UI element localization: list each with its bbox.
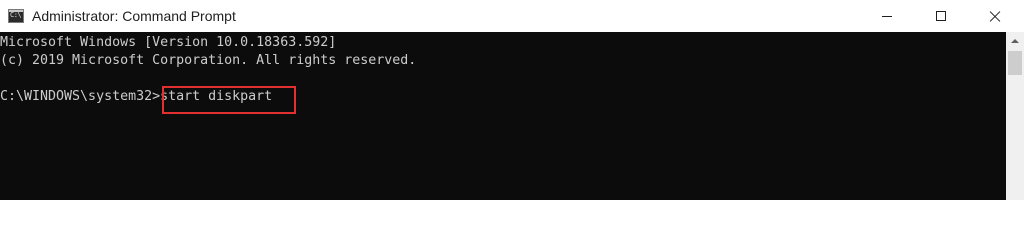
window-title: Administrator: Command Prompt bbox=[32, 8, 236, 24]
vertical-scrollbar[interactable] bbox=[1006, 32, 1024, 200]
close-button[interactable] bbox=[972, 0, 1018, 32]
console-output[interactable]: Microsoft Windows [Version 10.0.18363.59… bbox=[0, 32, 1006, 200]
title-bar[interactable]: C:\ Administrator: Command Prompt bbox=[0, 0, 1024, 32]
scroll-up-arrow-icon bbox=[1011, 38, 1019, 43]
close-icon bbox=[989, 10, 1001, 22]
scroll-thumb[interactable] bbox=[1008, 51, 1022, 75]
console-prompt: C:\WINDOWS\system32> bbox=[0, 89, 161, 104]
scroll-up-button[interactable] bbox=[1006, 32, 1024, 49]
maximize-icon bbox=[936, 11, 946, 21]
cmd-icon[interactable]: C:\ bbox=[8, 9, 24, 23]
console-line-version: Microsoft Windows [Version 10.0.18363.59… bbox=[0, 35, 337, 50]
command-highlight-box bbox=[162, 86, 296, 114]
cmd-icon-text: C:\ bbox=[10, 11, 22, 19]
command-prompt-window: C:\ Administrator: Command Prompt Micros… bbox=[0, 0, 1024, 200]
console-line-copyright: (c) 2019 Microsoft Corporation. All righ… bbox=[0, 53, 417, 68]
minimize-button[interactable] bbox=[864, 0, 910, 32]
minimize-icon bbox=[882, 15, 892, 17]
maximize-button[interactable] bbox=[918, 0, 964, 32]
